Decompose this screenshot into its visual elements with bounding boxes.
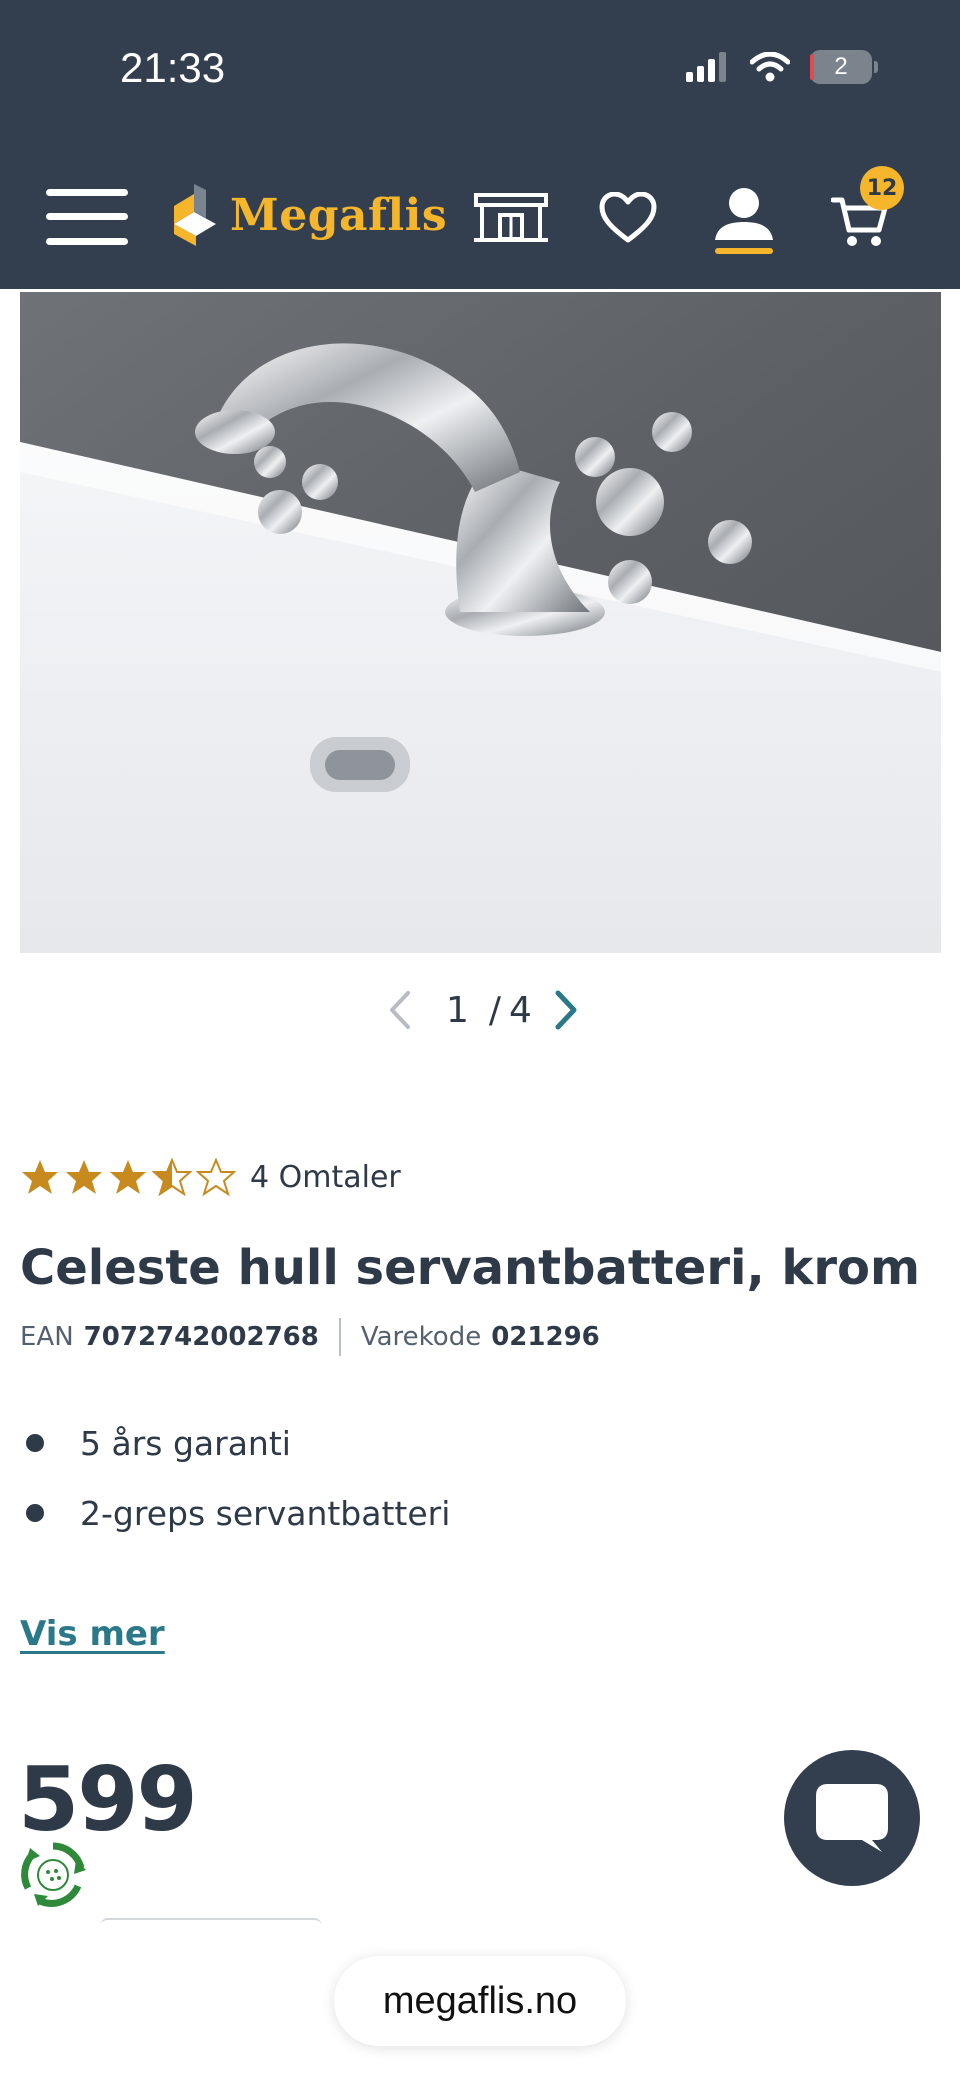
pager-total: 4 [509,989,532,1031]
recycle-badge [18,1840,88,1914]
feature-list: 5 års garanti 2-greps servantbatteri [20,1408,450,1548]
bullet-icon [26,1434,44,1452]
chat-button[interactable] [784,1750,920,1886]
cart-count-badge: 12 [860,166,904,210]
meta-divider [338,1318,341,1356]
chevron-left-icon [390,991,410,1029]
favorites-button[interactable] [598,190,658,246]
wifi-icon [750,52,790,82]
product-title: Celeste hull servantbatteri, krom [20,1240,920,1296]
user-icon [715,188,773,254]
cart-button[interactable]: 12 [830,166,904,248]
feature-text: 2-greps servantbatteri [80,1493,451,1533]
battery-level: 2 [834,53,848,80]
status-icons: 2 [686,50,878,84]
menu-icon [46,189,128,245]
section-edge [100,1918,322,1928]
star-half-icon [152,1158,192,1196]
header-bar: 21:33 2 Megaflis 12 [0,0,960,289]
status-time: 21:33 [120,44,226,91]
recycle-icon [21,1842,86,1907]
feature-item: 2-greps servantbatteri [20,1478,450,1548]
chevron-right-icon [555,990,577,1030]
battery-indicator: 2 [810,50,878,84]
product-image[interactable] [20,292,941,953]
sku-label: Varekode [360,1322,482,1352]
feature-item: 5 års garanti [20,1408,450,1478]
star-empty-icon [196,1158,236,1196]
star-filled-icon [22,1160,58,1194]
rating-summary[interactable]: 4 Omtaler [20,1158,401,1196]
review-count[interactable]: 4 Omtaler [250,1160,401,1195]
product-price: 599 [18,1748,198,1851]
brand-logo[interactable]: Megaflis [172,184,447,246]
browser-url-bar[interactable]: megaflis.no [334,1956,626,2046]
pager-current: 1 [446,989,469,1031]
pager-separator: / [488,989,502,1031]
star-filled-icon [66,1160,102,1194]
megaflis-logo-mark [174,184,216,246]
account-button[interactable] [712,186,776,258]
sku-value: 021296 [491,1322,600,1352]
signal-icon [686,52,726,82]
store-icon [474,193,548,242]
product-identifiers: EAN 7072742002768 Varekode 021296 [20,1318,600,1356]
bullet-icon [26,1504,44,1522]
brand-name: Megaflis [230,189,448,241]
show-more-link[interactable]: Vis mer [20,1614,165,1654]
faucet-photo [20,292,941,953]
battery-low-mark [810,54,814,80]
ean-label: EAN [20,1322,74,1352]
chat-icon [816,1784,888,1852]
feature-text: 5 års garanti [80,1423,291,1463]
prev-image-button[interactable] [380,985,420,1035]
star-filled-icon [110,1160,146,1194]
menu-button[interactable] [46,186,128,248]
next-image-button[interactable] [546,985,586,1035]
ean-value: 7072742002768 [83,1322,319,1352]
heart-icon [599,192,657,243]
image-pager: 1 / 4 [380,980,586,1040]
store-button[interactable] [472,192,550,244]
